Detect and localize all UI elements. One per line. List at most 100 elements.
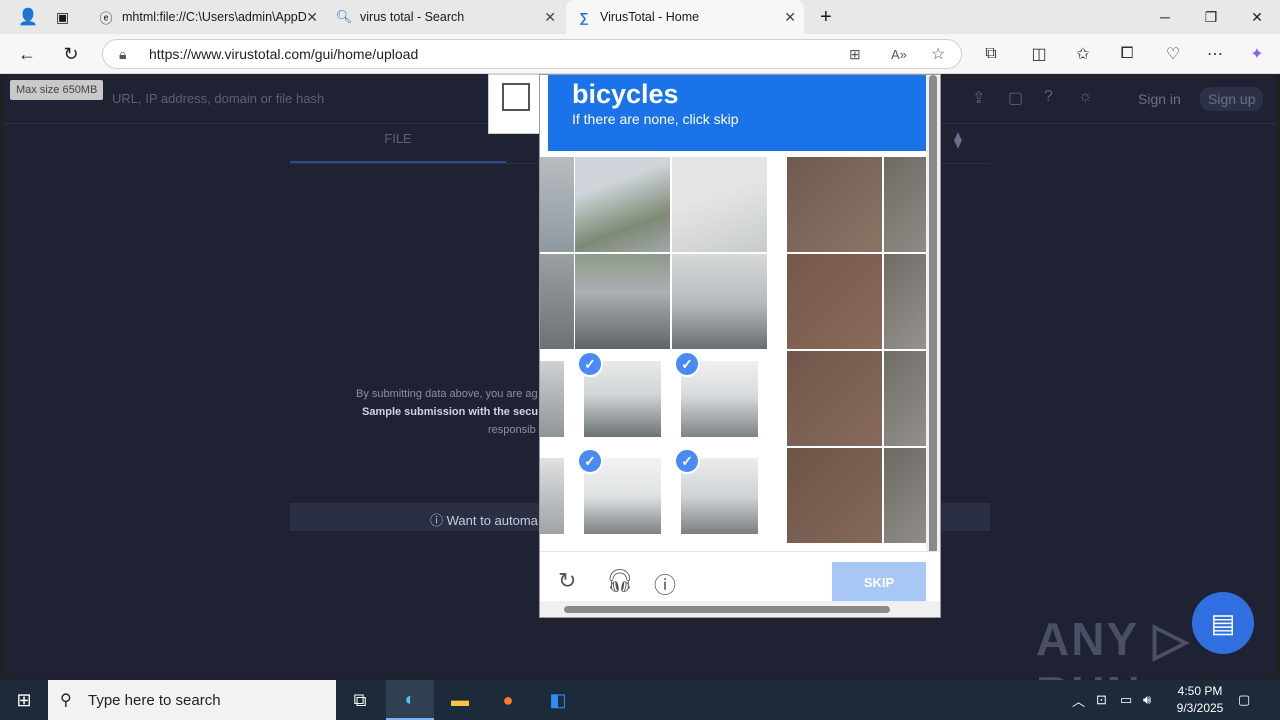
close-window-button[interactable]: ✕: [1234, 0, 1280, 34]
help-icon[interactable]: ?: [1044, 88, 1053, 106]
file-explorer-icon[interactable]: ▬: [436, 680, 484, 720]
refresh-icon[interactable]: ↻: [56, 40, 86, 68]
taskbar-search-box[interactable]: ⚲ Type here to search: [48, 680, 336, 720]
scrollbar-thumb[interactable]: [564, 606, 890, 613]
tab-file[interactable]: FILE: [290, 130, 506, 164]
selected-check-icon: ✓: [577, 448, 603, 474]
tab-virustotal[interactable]: ∑ VirusTotal - Home ✕: [566, 0, 804, 34]
responsibility-notice: responsib: [488, 424, 536, 436]
close-icon[interactable]: ✕: [306, 9, 318, 26]
skip-button[interactable]: SKIP: [832, 562, 926, 602]
more-menu-icon[interactable]: ⋯: [1200, 40, 1230, 68]
captcha-tile[interactable]: [884, 448, 926, 543]
close-icon[interactable]: ✕: [544, 9, 556, 26]
minimize-button[interactable]: ─: [1142, 0, 1188, 34]
search-icon: 🔍︎: [335, 9, 353, 24]
app-available-icon[interactable]: ⊞: [849, 46, 861, 63]
captcha-horizontal-scrollbar[interactable]: [540, 601, 940, 617]
browser-tab-bar: 👤 ▣ ⓔ mhtml:file://C:\Users\admin\AppD ✕…: [0, 0, 1280, 34]
captcha-tile[interactable]: [787, 254, 882, 349]
captcha-tile[interactable]: [540, 254, 574, 349]
reload-icon[interactable]: ↻: [558, 568, 576, 594]
selected-check-icon: ✓: [674, 351, 700, 377]
captcha-target-word: bicycles: [572, 79, 679, 109]
captcha-tile-selected[interactable]: [540, 458, 564, 534]
wifi-icon[interactable]: ▭: [1120, 680, 1132, 720]
clock-date: 9/3/2025: [1176, 701, 1224, 715]
captcha-tile[interactable]: [672, 254, 767, 349]
close-icon[interactable]: ✕: [784, 9, 796, 26]
selected-check-icon: ✓: [577, 351, 603, 377]
info-icon[interactable]: ⓘ: [654, 568, 676, 600]
copilot-icon[interactable]: ✦: [1242, 40, 1272, 68]
captcha-tile[interactable]: [787, 448, 882, 543]
edge-icon[interactable]: ◐: [386, 680, 434, 720]
lock-icon: 🔒︎: [119, 45, 127, 62]
favorites-icon[interactable]: ✩: [1068, 40, 1098, 68]
extensions-icon[interactable]: ⧉: [976, 40, 1006, 68]
upload-icon[interactable]: ⇪: [972, 88, 985, 108]
taskbar-clock[interactable]: 4:50 PM 9/3/2025: [1160, 683, 1240, 717]
volume-icon[interactable]: 🔊︎: [1143, 680, 1151, 720]
captcha-tile[interactable]: [787, 351, 882, 446]
captcha-vertical-scrollbar[interactable]: [926, 75, 940, 601]
chat-icon: ▤: [1210, 607, 1236, 638]
split-screen-icon[interactable]: ◫: [1024, 40, 1054, 68]
tab-actions-icon[interactable]: ▣: [46, 0, 82, 34]
recaptcha-checkbox[interactable]: [502, 83, 530, 111]
captcha-tile[interactable]: [672, 157, 767, 252]
captcha-tile[interactable]: [575, 254, 670, 349]
windows-taskbar: ⊞ ⚲ Type here to search ⧉ ◐ ▬ ● ◧ ︿ ⊡ ▭ …: [0, 680, 1280, 720]
firefox-icon[interactable]: ●: [484, 680, 532, 720]
tray-overflow-icon[interactable]: ︿: [1072, 680, 1085, 720]
captcha-tile[interactable]: [540, 157, 574, 252]
read-aloud-icon[interactable]: A»: [891, 47, 907, 62]
tab-mhtml[interactable]: ⓔ mhtml:file://C:\Users\admin\AppD ✕: [88, 0, 326, 34]
collections-icon[interactable]: ⧠: [1112, 40, 1142, 68]
selected-check-icon: ✓: [674, 448, 700, 474]
profile-avatar-icon[interactable]: 👤: [8, 0, 44, 34]
url-text: https://www.virustotal.com/gui/home/uplo…: [149, 46, 419, 62]
captcha-tile[interactable]: [787, 157, 882, 252]
taskbar-search-placeholder: Type here to search: [88, 691, 221, 709]
tab-label: VirusTotal - Home: [600, 10, 700, 24]
notifications-icon[interactable]: ▢: [1008, 88, 1023, 108]
tab-search[interactable]: 🔍︎ virus total - Search ✕: [326, 0, 564, 34]
submission-notice: Sample submission with the secu: [362, 406, 539, 418]
captcha-tile-selected[interactable]: [540, 361, 564, 437]
vt-search-input[interactable]: URL, IP address, domain or file hash: [112, 91, 324, 106]
automate-text: ⓘ Want to automa: [430, 513, 538, 528]
chat-button[interactable]: ▤: [1192, 592, 1254, 654]
search-icon: ⚲: [60, 692, 72, 709]
new-tab-button[interactable]: +: [810, 0, 844, 34]
tab-label: mhtml:file://C:\Users\admin\AppD: [122, 10, 307, 24]
notifications-icon[interactable]: ▢: [1238, 680, 1250, 720]
max-size-tooltip: Max size 650MB: [10, 80, 104, 100]
theme-toggle-icon[interactable]: ☼: [1078, 88, 1093, 106]
captcha-tile[interactable]: [884, 351, 926, 446]
clock-time: 4:50 PM: [1177, 684, 1223, 698]
windows-start-icon[interactable]: ⊞: [0, 680, 48, 720]
task-view-icon[interactable]: ⧉: [336, 680, 384, 720]
browser-essentials-icon[interactable]: ♡: [1158, 40, 1188, 68]
favorite-star-icon[interactable]: ☆: [931, 44, 945, 64]
scrollbar-thumb[interactable]: [929, 75, 937, 565]
captcha-tile[interactable]: [884, 157, 926, 252]
sign-up-button[interactable]: Sign up: [1200, 87, 1264, 111]
network-icon[interactable]: ⊡: [1096, 680, 1107, 720]
url-field[interactable]: 🔒︎ https://www.virustotal.com/gui/home/u…: [102, 39, 962, 69]
terms-notice: By submitting data above, you are ag: [356, 388, 538, 400]
captcha-challenge: bicycles If there are none, click skip ✓…: [539, 74, 941, 618]
outlook-icon[interactable]: ◧: [534, 680, 582, 720]
audio-challenge-icon[interactable]: 🎧︎: [606, 568, 634, 594]
captcha-instruction: If there are none, click skip: [572, 111, 739, 127]
sign-in-link[interactable]: Sign in: [1138, 91, 1181, 107]
captcha-header: bicycles If there are none, click skip: [548, 75, 926, 151]
back-arrow-icon[interactable]: ←: [12, 40, 42, 68]
captcha-tile[interactable]: [884, 254, 926, 349]
captcha-tile[interactable]: [575, 157, 670, 252]
advanced-search-icon[interactable]: ⧫: [954, 130, 962, 150]
restore-button[interactable]: ❐: [1188, 0, 1234, 34]
tab-label: virus total - Search: [360, 10, 465, 24]
ie-icon: ⓔ: [99, 10, 113, 26]
